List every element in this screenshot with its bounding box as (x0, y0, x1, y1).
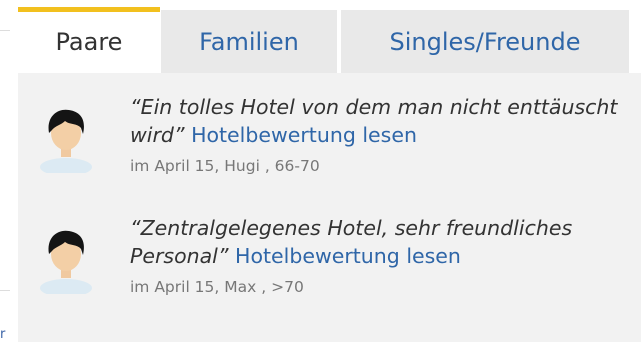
review-meta: im April 15, Max , >70 (130, 278, 304, 296)
review-quote-line: “Ein tolles Hotel von dem man nicht entt… (130, 93, 640, 149)
review-item: “Ein tolles Hotel von dem man nicht entt… (18, 93, 641, 193)
user-avatar-icon (40, 230, 92, 294)
tab-familien[interactable]: Familien (161, 7, 337, 73)
divider-line (0, 30, 10, 31)
review-item: “Zentralgelegenes Hotel, sehr freundlich… (18, 214, 641, 314)
read-review-link[interactable]: Hotelbewertung lesen (191, 123, 417, 147)
cut-off-link-text[interactable]: r (0, 328, 5, 342)
review-meta: im April 15, Hugi , 66-70 (130, 157, 320, 175)
review-widget: Paare Familien Singles/Freunde “Ein toll… (18, 5, 641, 342)
traveler-type-tabs: Paare Familien Singles/Freunde (18, 5, 641, 73)
user-avatar-icon (40, 109, 92, 173)
tab-singles-freunde[interactable]: Singles/Freunde (341, 7, 629, 73)
review-quote-line: “Zentralgelegenes Hotel, sehr freundlich… (130, 214, 640, 270)
divider-line (0, 290, 10, 291)
reviews-panel: “Ein tolles Hotel von dem man nicht entt… (18, 73, 641, 342)
read-review-link[interactable]: Hotelbewertung lesen (235, 244, 461, 268)
tab-paare[interactable]: Paare (18, 7, 160, 73)
